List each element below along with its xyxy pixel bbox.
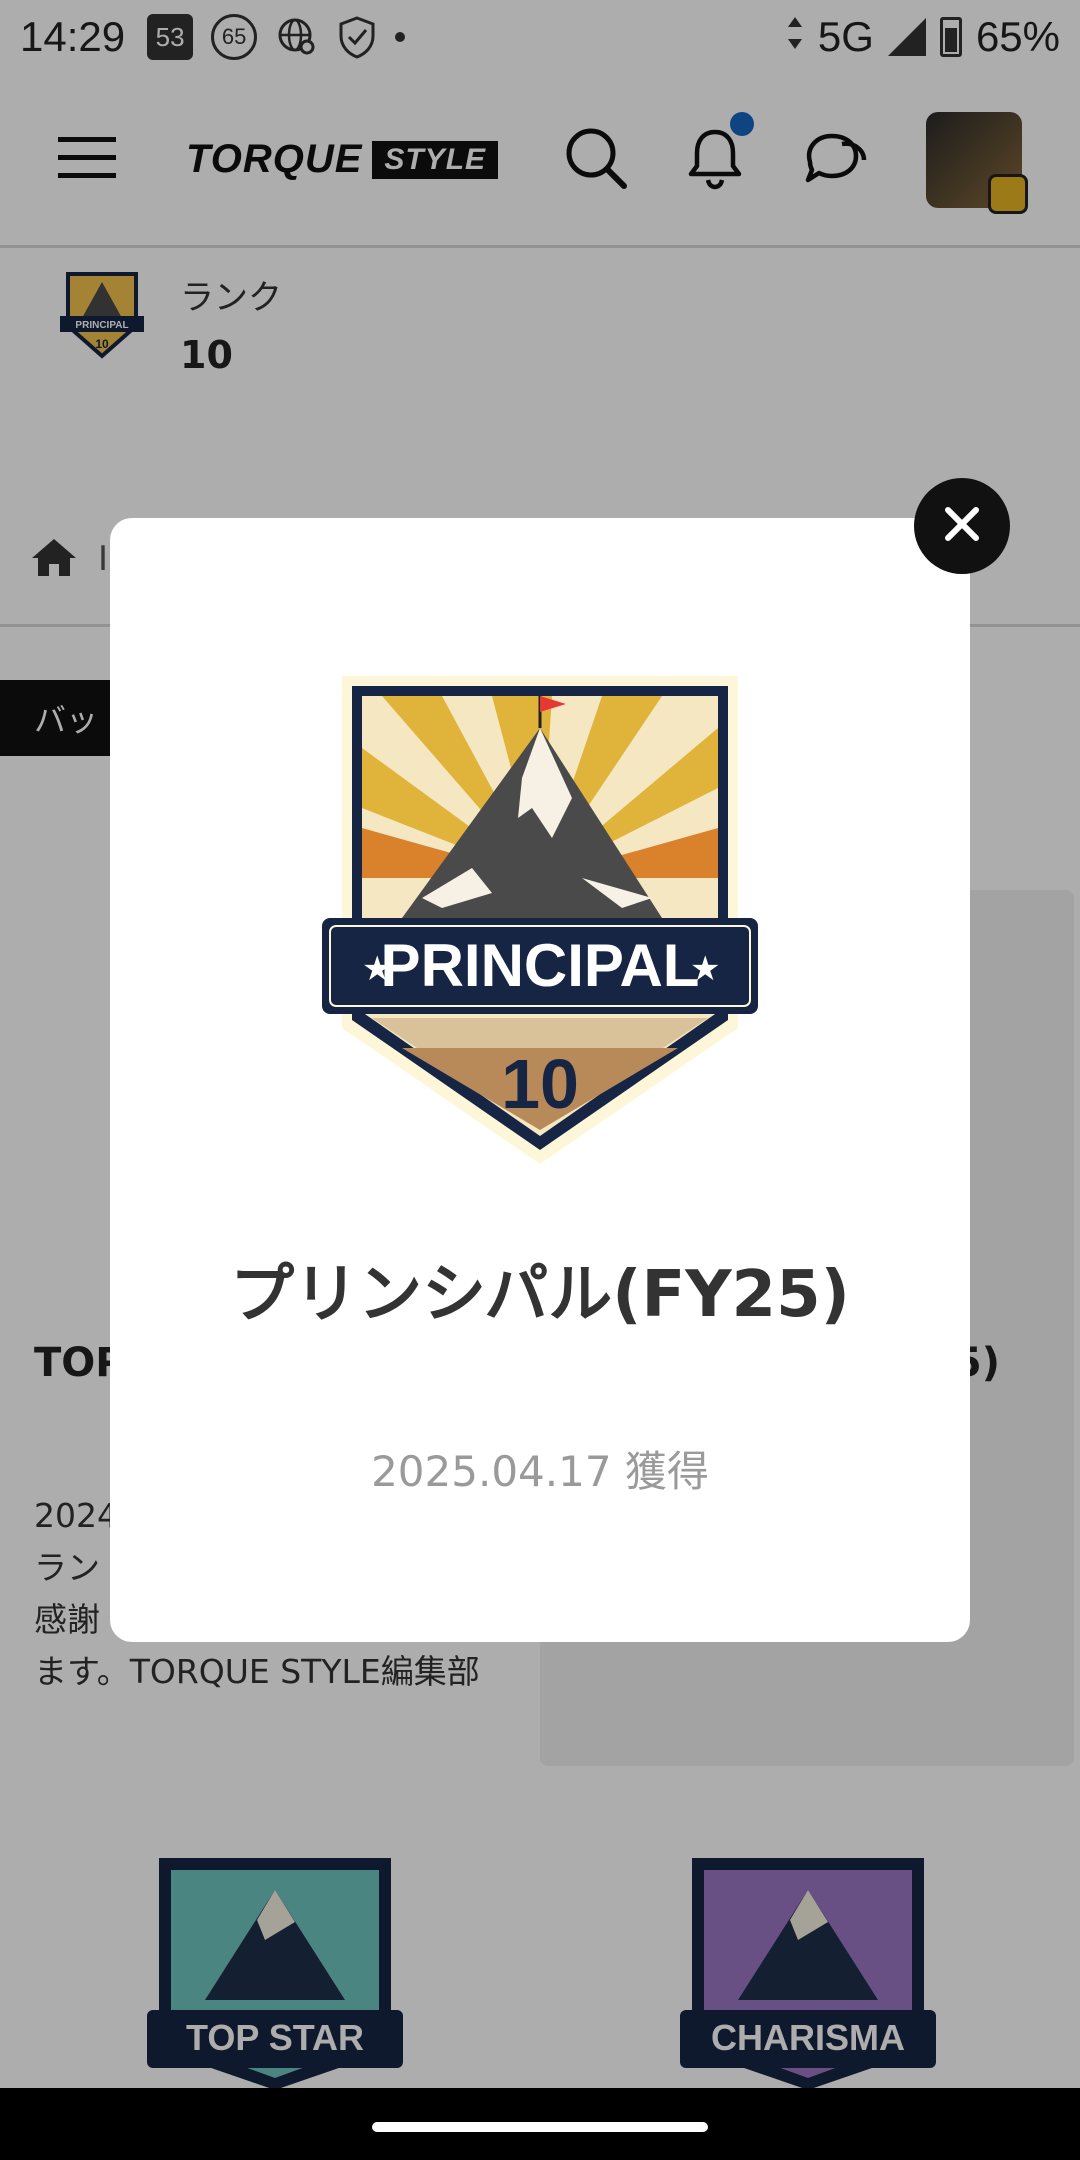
- system-nav-bar: [0, 2088, 1080, 2160]
- badge-number: 10: [501, 1045, 579, 1123]
- modal-acquired-date: 2025.04.17 獲得: [371, 1447, 709, 1496]
- svg-text:★: ★: [690, 949, 720, 989]
- close-button[interactable]: [914, 478, 1010, 574]
- svg-text:★: ★: [362, 949, 392, 989]
- home-indicator[interactable]: [372, 2122, 708, 2132]
- principal-badge-icon: PRINCIPAL ★ ★ 10: [322, 668, 758, 1168]
- badge-label: PRINCIPAL: [381, 932, 700, 999]
- close-icon: [942, 504, 982, 548]
- modal-title: プリンシパル(FY25): [230, 1258, 850, 1332]
- badge-detail-modal: PRINCIPAL ★ ★ 10 プリンシパル(FY25) 2025.04.17…: [110, 518, 970, 1642]
